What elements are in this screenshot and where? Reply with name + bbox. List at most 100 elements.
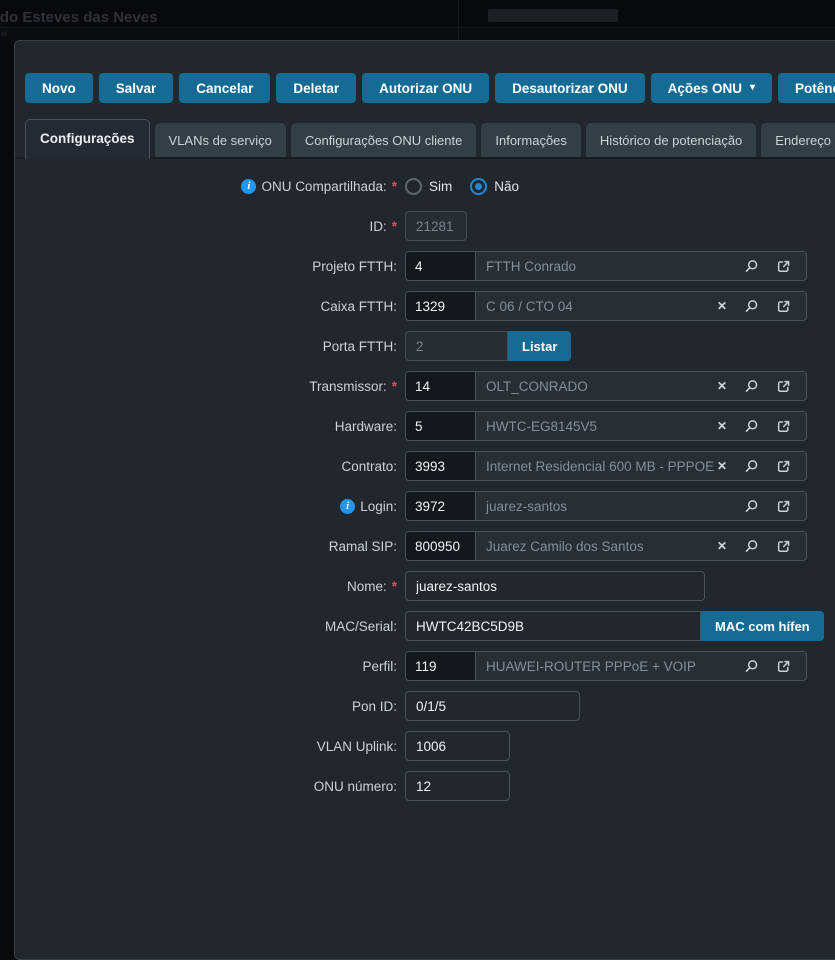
search-icon[interactable] [744, 419, 759, 434]
info-icon[interactable]: i [340, 499, 355, 514]
login-code-input[interactable] [406, 492, 476, 520]
perfil-code-input[interactable] [406, 652, 476, 680]
nome-field[interactable] [405, 571, 705, 601]
listar-button[interactable]: Listar [508, 331, 571, 361]
cancelar-button[interactable]: Cancelar [179, 73, 270, 103]
vlan-uplink-field[interactable] [405, 731, 510, 761]
toolbar: Novo Salvar Cancelar Deletar Autorizar O… [15, 41, 835, 103]
external-link-icon[interactable] [776, 499, 791, 514]
contrato-label: Contrato: [15, 459, 405, 474]
tab-configuracoes-onu-cliente[interactable]: Configurações ONU cliente [291, 123, 477, 157]
external-link-icon[interactable] [776, 459, 791, 474]
mac-com-hifen-button[interactable]: MAC com hífen [701, 611, 824, 641]
onu-numero-label: ONU número: [15, 779, 405, 794]
row-ramal-sip: Ramal SIP: Juarez Camilo dos Santos ✕ [15, 531, 835, 561]
search-icon[interactable] [744, 259, 759, 274]
tab-configuracoes[interactable]: Configurações [25, 119, 150, 159]
background-divider [458, 0, 459, 40]
login-label: i Login: [15, 499, 405, 514]
external-link-icon[interactable] [776, 379, 791, 394]
ramal-sip-code-input[interactable] [406, 532, 476, 560]
perfil-label: Perfil: [15, 659, 405, 674]
id-field [405, 211, 467, 241]
deletar-button[interactable]: Deletar [276, 73, 356, 103]
acoes-onu-dropdown-button[interactable]: Ações ONU ▾ [651, 73, 772, 103]
onu-config-modal: Novo Salvar Cancelar Deletar Autorizar O… [14, 40, 835, 960]
tab-informacoes[interactable]: Informações [481, 123, 581, 157]
background-partial-glyph: « [1, 26, 8, 40]
row-login: i Login: juarez-santos [15, 491, 835, 521]
radio-nao-circle[interactable] [470, 178, 487, 195]
potencia-button[interactable]: Potência [778, 73, 835, 103]
row-perfil: Perfil: HUAWEI-ROUTER PPPoE + VOIP [15, 651, 835, 681]
tab-historico-de-potenciacao[interactable]: Histórico de potenciação [586, 123, 756, 157]
external-link-icon[interactable] [776, 299, 791, 314]
salvar-button[interactable]: Salvar [99, 73, 174, 103]
ramal-sip-label: Ramal SIP: [15, 539, 405, 554]
row-projeto-ftth: Projeto FTTH: FTTH Conrado [15, 251, 835, 281]
external-link-icon[interactable] [776, 659, 791, 674]
search-icon[interactable] [744, 459, 759, 474]
caixa-ftth-lookup: C 06 / CTO 04 ✕ [405, 291, 807, 321]
row-transmissor: Transmissor: * OLT_CONRADO ✕ [15, 371, 835, 401]
onu-numero-field[interactable] [405, 771, 510, 801]
row-nome: Nome: * [15, 571, 835, 601]
required-asterisk: * [392, 379, 397, 394]
external-link-icon[interactable] [776, 419, 791, 434]
row-vlan-uplink: VLAN Uplink: [15, 731, 835, 761]
search-icon[interactable] [744, 379, 759, 394]
search-icon[interactable] [744, 299, 759, 314]
transmissor-lookup: OLT_CONRADO ✕ [405, 371, 807, 401]
login-display: juarez-santos [476, 499, 744, 514]
row-caixa-ftth: Caixa FTTH: C 06 / CTO 04 ✕ [15, 291, 835, 321]
info-icon[interactable]: i [241, 179, 256, 194]
transmissor-label: Transmissor: * [15, 379, 405, 394]
clear-icon[interactable]: ✕ [717, 540, 727, 552]
clear-icon[interactable]: ✕ [717, 300, 727, 312]
caixa-ftth-code-input[interactable] [406, 292, 476, 320]
mac-serial-group: MAC com hífen [405, 611, 824, 641]
search-icon[interactable] [744, 659, 759, 674]
hardware-code-input[interactable] [406, 412, 476, 440]
porta-ftth-field [405, 331, 508, 361]
radio-sim-circle[interactable] [405, 178, 422, 195]
search-icon[interactable] [744, 539, 759, 554]
tab-vlans-de-servico[interactable]: VLANs de serviço [155, 123, 286, 157]
transmissor-code-input[interactable] [406, 372, 476, 400]
radio-sim[interactable]: Sim [405, 178, 452, 195]
search-icon[interactable] [744, 499, 759, 514]
background-band [0, 27, 835, 40]
caixa-ftth-display: C 06 / CTO 04 [476, 299, 717, 314]
external-link-icon[interactable] [776, 539, 791, 554]
contrato-lookup: Internet Residencial 600 MB - PPPOE ✕ [405, 451, 807, 481]
login-lookup: juarez-santos [405, 491, 807, 521]
perfil-lookup: HUAWEI-ROUTER PPPoE + VOIP [405, 651, 807, 681]
porta-ftth-label: Porta FTTH: [15, 339, 405, 354]
pon-id-field[interactable] [405, 691, 580, 721]
autorizar-onu-button[interactable]: Autorizar ONU [362, 73, 489, 103]
row-hardware: Hardware: HWTC-EG8145V5 ✕ [15, 411, 835, 441]
tab-endereco[interactable]: Endereço [761, 123, 835, 157]
mac-serial-field[interactable] [405, 611, 701, 641]
contrato-code-input[interactable] [406, 452, 476, 480]
pon-id-label: Pon ID: [15, 699, 405, 714]
radio-nao[interactable]: Não [470, 178, 519, 195]
clear-icon[interactable]: ✕ [717, 380, 727, 392]
projeto-ftth-label: Projeto FTTH: [15, 259, 405, 274]
hardware-label: Hardware: [15, 419, 405, 434]
acoes-onu-label: Ações ONU [668, 81, 742, 96]
clear-icon[interactable]: ✕ [717, 420, 727, 432]
desautorizar-onu-button[interactable]: Desautorizar ONU [495, 73, 645, 103]
transmissor-display: OLT_CONRADO [476, 379, 717, 394]
onu-compartilhada-label: i ONU Compartilhada: * [15, 179, 405, 194]
row-porta-ftth: Porta FTTH: Listar [15, 331, 835, 361]
nome-label: Nome: * [15, 579, 405, 594]
novo-button[interactable]: Novo [25, 73, 93, 103]
projeto-ftth-display: FTTH Conrado [476, 259, 744, 274]
ramal-sip-display: Juarez Camilo dos Santos [476, 539, 717, 554]
vlan-uplink-label: VLAN Uplink: [15, 739, 405, 754]
row-contrato: Contrato: Internet Residencial 600 MB - … [15, 451, 835, 481]
clear-icon[interactable]: ✕ [717, 460, 727, 472]
external-link-icon[interactable] [776, 259, 791, 274]
projeto-ftth-code-input[interactable] [406, 252, 476, 280]
